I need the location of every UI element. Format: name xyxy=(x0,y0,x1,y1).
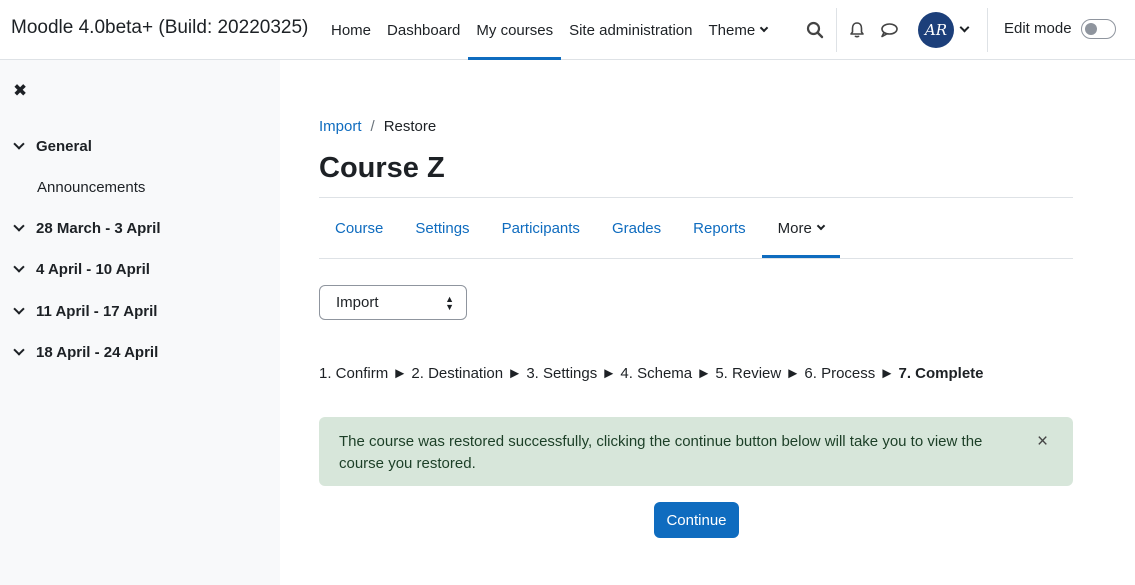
close-icon[interactable]: ✖ xyxy=(13,81,27,101)
page-title: Course Z xyxy=(319,152,445,184)
section-label: 4 April - 10 April xyxy=(36,261,150,278)
tab-more[interactable]: More xyxy=(761,198,841,258)
section-general[interactable]: General xyxy=(13,138,92,155)
bell-icon xyxy=(850,22,864,38)
chevron-down-icon[interactable] xyxy=(13,220,25,232)
nav-dashboard-label: Dashboard xyxy=(387,21,461,39)
tabs-divider xyxy=(319,258,1073,259)
chevron-down-icon xyxy=(816,221,826,231)
nav-site-administration-label: Site administration xyxy=(569,21,693,39)
step-complete: 7. Complete xyxy=(898,365,984,382)
course-index-drawer: ✖ General Announcements 28 March - 3 Apr… xyxy=(0,60,280,585)
messages-button[interactable] xyxy=(877,18,901,42)
step-confirm: 1. Confirm xyxy=(319,365,389,382)
step-separator: ► xyxy=(879,365,895,382)
step-destination: 2. Destination xyxy=(411,365,504,382)
edit-mode-toggle[interactable] xyxy=(1081,19,1116,39)
nav-home[interactable]: Home xyxy=(323,0,379,60)
nav-my-courses-label: My courses xyxy=(476,21,554,39)
step-schema: 4. Schema xyxy=(620,365,693,382)
nav-theme[interactable]: Theme xyxy=(701,0,776,60)
primary-navigation: Home Dashboard My courses Site administr… xyxy=(323,0,775,60)
activity-announcements[interactable]: Announcements xyxy=(37,179,145,196)
section-week-1[interactable]: 28 March - 3 April xyxy=(13,220,161,237)
chevron-down-icon[interactable] xyxy=(13,138,25,150)
nav-my-courses[interactable]: My courses xyxy=(468,0,561,60)
step-separator: ► xyxy=(785,365,801,382)
tab-participants[interactable]: Participants xyxy=(486,198,596,258)
breadcrumb: Import / Restore xyxy=(319,118,436,135)
chevron-down-icon[interactable] xyxy=(13,261,25,273)
alert-message: The course was restored successfully, cl… xyxy=(339,433,983,472)
nav-home-label: Home xyxy=(331,21,372,39)
section-week-4[interactable]: 18 April - 24 April xyxy=(13,344,159,361)
step-separator: ► xyxy=(601,365,617,382)
search-icon xyxy=(806,21,824,39)
chevron-down-icon[interactable] xyxy=(13,344,25,356)
step-separator: ► xyxy=(392,365,408,382)
nav-site-administration[interactable]: Site administration xyxy=(561,0,700,60)
chevron-down-icon[interactable] xyxy=(959,22,970,33)
restore-progress-steps: 1. Confirm ► 2. Destination ► 3. Setting… xyxy=(319,365,984,382)
step-settings: 3. Settings xyxy=(526,365,598,382)
step-separator: ► xyxy=(696,365,712,382)
top-navbar: Moodle 4.0beta+ (Build: 20220325) Home D… xyxy=(0,0,1135,60)
section-label: 18 April - 24 April xyxy=(36,344,159,361)
notifications-button[interactable] xyxy=(845,18,869,42)
tab-course[interactable]: Course xyxy=(319,198,399,258)
action-select[interactable]: Import ▲ ▼ xyxy=(319,285,467,320)
action-select-value: Import xyxy=(336,294,379,311)
step-process: 6. Process xyxy=(804,365,876,382)
close-icon[interactable]: × xyxy=(1037,431,1048,453)
edit-mode-label: Edit mode xyxy=(1004,20,1072,37)
step-separator: ► xyxy=(507,365,523,382)
nav-dashboard[interactable]: Dashboard xyxy=(379,0,468,60)
section-week-2[interactable]: 4 April - 10 April xyxy=(13,261,150,278)
secondary-navigation: Course Settings Participants Grades Repo… xyxy=(319,198,841,258)
continue-button[interactable]: Continue xyxy=(654,502,739,538)
chevron-down-icon[interactable] xyxy=(13,303,25,315)
section-week-3[interactable]: 11 April - 17 April xyxy=(13,303,158,320)
site-name[interactable]: Moodle 4.0beta+ (Build: 20220325) xyxy=(11,17,308,39)
section-label: 28 March - 3 April xyxy=(36,220,161,237)
toggle-knob xyxy=(1085,23,1097,35)
tab-settings[interactable]: Settings xyxy=(399,198,485,258)
navbar-divider xyxy=(836,8,837,52)
success-alert: The course was restored successfully, cl… xyxy=(319,417,1073,486)
nav-theme-label: Theme xyxy=(708,21,756,39)
section-label: General xyxy=(36,138,92,155)
step-review: 5. Review xyxy=(715,365,782,382)
tab-grades[interactable]: Grades xyxy=(596,198,677,258)
search-button[interactable] xyxy=(803,18,827,42)
breadcrumb-separator: / xyxy=(370,118,375,135)
tab-more-label: More xyxy=(777,219,812,237)
navbar-divider xyxy=(987,8,988,52)
chevron-down-icon xyxy=(759,23,769,33)
section-label: 11 April - 17 April xyxy=(36,303,158,320)
breadcrumb-import-link[interactable]: Import xyxy=(319,118,362,135)
tab-reports[interactable]: Reports xyxy=(677,198,762,258)
chat-bubble-icon xyxy=(881,23,898,38)
user-avatar[interactable]: AR xyxy=(918,12,954,48)
select-arrows-icon: ▲ ▼ xyxy=(445,294,454,312)
breadcrumb-current: Restore xyxy=(383,118,437,135)
